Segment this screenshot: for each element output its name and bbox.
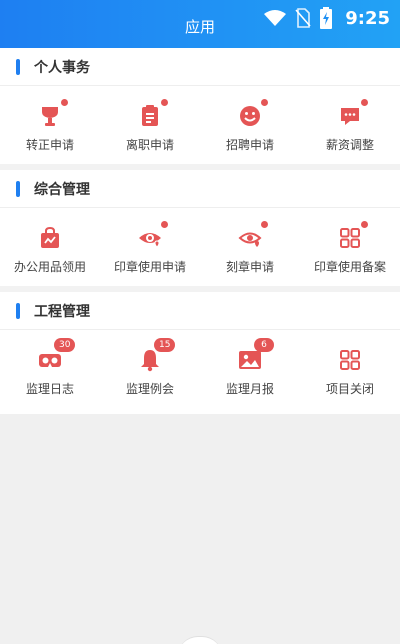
app-item-label: 办公用品领用 [13, 260, 86, 274]
app-item-salary-adjustment[interactable]: 薪资调整 [300, 86, 400, 164]
notification-dot [361, 99, 368, 106]
count-badge: 30 [54, 338, 76, 352]
section-title: 个人事务 [34, 59, 90, 76]
app-item-supervision-meeting[interactable]: 15 监理例会 [100, 330, 200, 414]
app-item-label: 印章使用申请 [113, 260, 186, 274]
app-item-label: 监理例会 [125, 382, 174, 396]
app-item-project-close[interactable]: 项目关闭 [300, 330, 400, 414]
count-badge: 6 [254, 338, 274, 352]
section-title: 综合管理 [34, 181, 90, 198]
section-grid-personal: 转正申请 离职申请 招聘申请 薪资调整 [0, 86, 400, 170]
trophy-icon [42, 107, 58, 126]
app-item-regularization[interactable]: 转正申请 [0, 86, 100, 164]
notification-dot [61, 99, 68, 106]
notification-dot [361, 221, 368, 228]
section-grid-general: 办公用品领用 印章使用申请 刻章申请 印章使用备案 [0, 208, 400, 292]
battery-charging-icon [320, 7, 333, 29]
clipboard-icon [142, 105, 158, 126]
smiley-icon [240, 106, 260, 126]
section-header-personal: 个人事务 [0, 48, 400, 86]
count-badge: 15 [154, 338, 176, 352]
app-item-label: 薪资调整 [325, 138, 374, 152]
app-list: 个人事务 转正申请 离职申请 招聘申请 薪资调整 综合管理 办公用品领用 印章使… [0, 48, 400, 414]
status-bar: 9:25 [263, 6, 390, 30]
message-icon [341, 108, 359, 125]
app-item-resignation[interactable]: 离职申请 [100, 86, 200, 164]
app-item-office-supplies[interactable]: 办公用品领用 [0, 208, 100, 286]
grid-apps-icon [340, 228, 360, 248]
section-marker [16, 180, 20, 197]
notification-dot [261, 99, 268, 106]
app-item-seal-usage-record[interactable]: 印章使用备案 [300, 208, 400, 286]
status-time: 9:25 [345, 7, 390, 29]
app-item-label: 招聘申请 [225, 138, 274, 152]
notification-dot [261, 221, 268, 228]
notification-dot [161, 99, 168, 106]
section-header-engineering: 工程管理 [0, 292, 400, 330]
app-item-label: 监理月报 [225, 382, 274, 396]
app-item-supervision-monthly-report[interactable]: 6 监理月报 [200, 330, 300, 414]
app-header: 应用 9:25 [0, 0, 400, 48]
section-header-general: 综合管理 [0, 170, 400, 208]
app-item-supervision-log[interactable]: 30 监理日志 [0, 330, 100, 414]
grid-apps-icon [340, 350, 360, 370]
app-item-label: 印章使用备案 [313, 260, 386, 274]
app-item-seal-carving-request[interactable]: 刻章申请 [200, 208, 300, 286]
app-item-recruitment[interactable]: 招聘申请 [200, 86, 300, 164]
section-marker [16, 58, 20, 75]
app-item-label: 转正申请 [25, 138, 74, 152]
section-grid-engineering: 30 监理日志 15 监理例会 6 监理月报 项目关闭 [0, 330, 400, 414]
section-title: 工程管理 [34, 303, 90, 320]
wifi-icon [264, 10, 287, 26]
eye-heart-outline-icon [238, 232, 262, 247]
app-item-seal-usage-request[interactable]: 印章使用申请 [100, 208, 200, 286]
app-item-label: 项目关闭 [325, 382, 374, 396]
section-marker [16, 302, 20, 319]
bottom-tab-indicator [178, 636, 222, 644]
notification-dot [161, 221, 168, 228]
app-item-label: 监理日志 [25, 382, 74, 396]
shopping-bag-icon [41, 226, 59, 248]
app-item-label: 刻章申请 [225, 260, 274, 274]
app-item-label: 离职申请 [125, 138, 174, 152]
eye-heart-icon [139, 233, 161, 248]
no-sim-icon [295, 8, 311, 28]
